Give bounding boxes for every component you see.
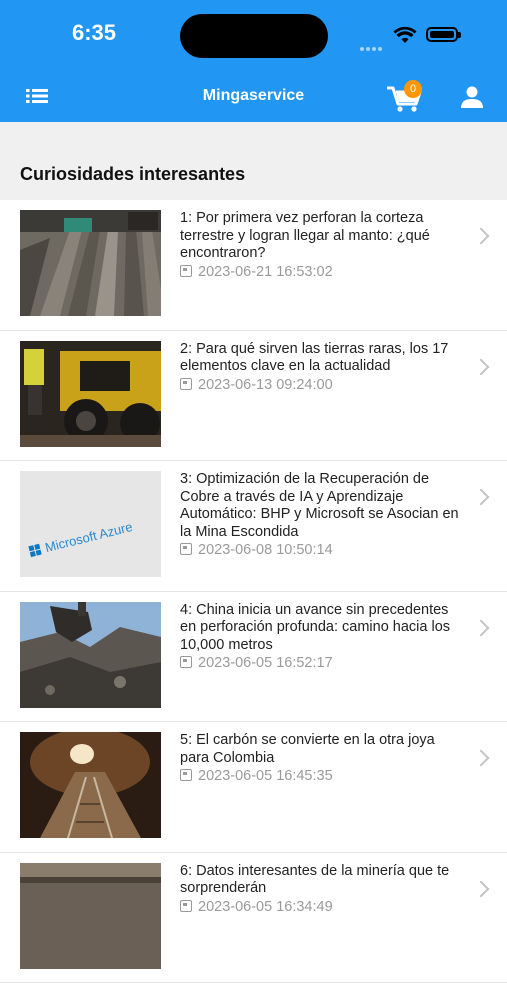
article-title: 3: Optimización de la Recuperación de Co… [180,471,462,560]
calendar-icon [180,543,192,555]
list-item[interactable]: 1: Por primera vez perforan la corteza t… [0,200,507,331]
article-thumbnail: Microsoft Azure [20,471,161,577]
article-title: 4: China inicia un avance sin precedente… [180,602,462,673]
chevron-right-icon [473,750,490,767]
battery-icon [426,27,458,42]
section-title: Curiosidades interesantes [20,164,245,185]
article-title: 6: Datos interesantes de la minería que … [180,863,462,917]
chevron-right-icon [473,358,490,375]
article-date: 2023-06-08 10:50:14 [180,542,462,560]
article-thumbnail [20,602,161,708]
list-item[interactable]: Microsoft Azure 3: Optimización de la Re… [0,461,507,592]
article-date: 2023-06-05 16:45:35 [180,768,462,786]
signal-icon [360,38,388,42]
article-date: 2023-06-05 16:34:49 [180,899,462,917]
article-date: 2023-06-21 16:53:02 [180,264,462,282]
cart-badge: 0 [404,80,422,98]
chevron-right-icon [473,489,490,506]
wifi-icon [393,26,417,44]
chevron-right-icon [473,880,490,897]
article-date: 2023-06-13 09:24:00 [180,377,462,395]
article-thumbnail [20,732,161,838]
article-date: 2023-06-05 16:52:17 [180,655,462,673]
list-item[interactable]: 5: El carbón se convierte en la otra joy… [0,722,507,853]
calendar-icon [180,656,192,668]
list-item[interactable]: 4: China inicia un avance sin precedente… [0,592,507,723]
calendar-icon [180,265,192,277]
app-header: 6:35 Mingaservice 0 [0,0,507,122]
article-title: 5: El carbón se convierte en la otra joy… [180,732,462,786]
chevron-right-icon [473,228,490,245]
article-thumbnail [20,863,161,969]
calendar-icon [180,900,192,912]
calendar-icon [180,769,192,781]
calendar-icon [180,378,192,390]
status-time: 6:35 [72,20,116,46]
list-item[interactable]: 2: Para qué sirven las tierras raras, lo… [0,331,507,462]
article-title: 2: Para qué sirven las tierras raras, lo… [180,341,462,395]
article-thumbnail [20,210,161,316]
dynamic-island [180,14,328,58]
user-icon[interactable] [459,84,485,110]
article-list: 1: Por primera vez perforan la corteza t… [0,200,507,983]
app-title: Mingaservice [0,87,507,105]
list-item[interactable]: 6: Datos interesantes de la minería que … [0,853,507,983]
article-title: 1: Por primera vez perforan la corteza t… [180,210,462,281]
section-header-band [0,122,507,200]
article-thumbnail [20,341,161,447]
chevron-right-icon [473,619,490,636]
